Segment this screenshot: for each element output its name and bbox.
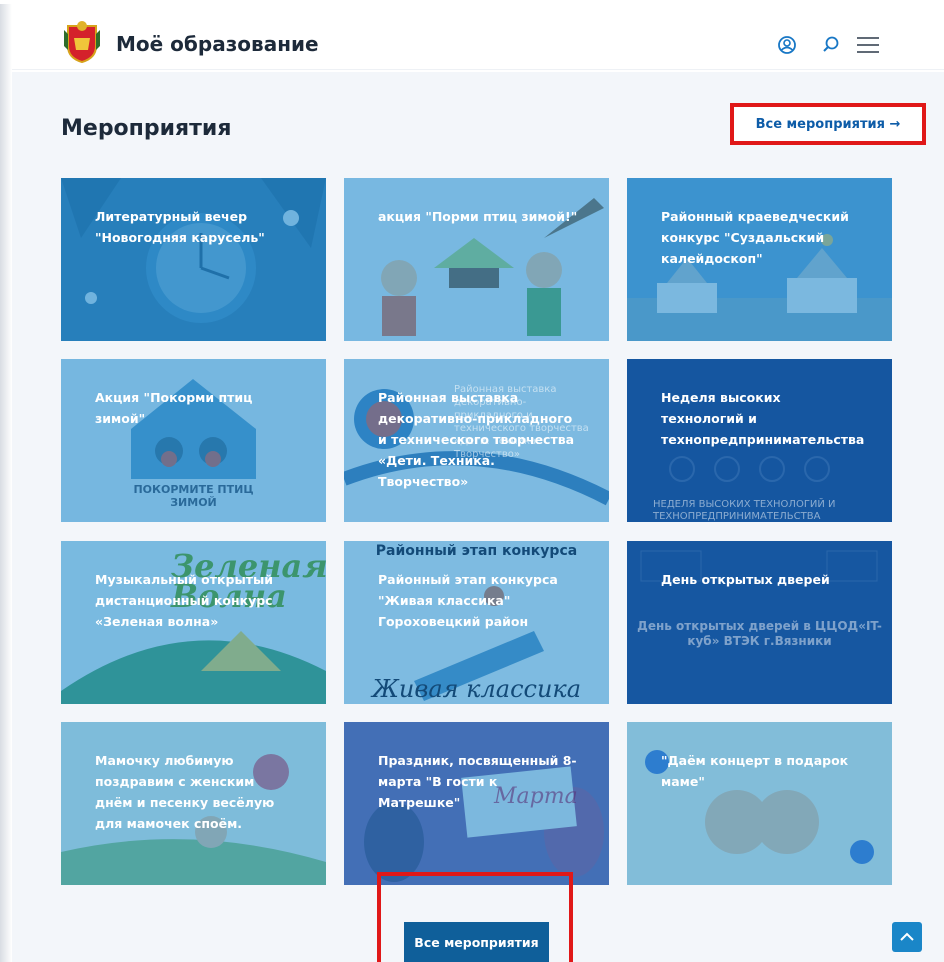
event-card-image-text: НЕДЕЛЯ ВЫСОКИХ ТЕХНОЛОГИЙ И ТЕХНОПРЕДПРИ…	[653, 499, 836, 522]
event-card-title: Районная выставка декоративно-прикладног…	[378, 390, 575, 489]
section-title: Мероприятия	[61, 116, 232, 141]
event-card-title: Музыкальный открытый дистанционный конку…	[95, 572, 274, 629]
coat-of-arms-logo[interactable]	[62, 20, 102, 64]
search-icon[interactable]	[818, 32, 844, 58]
event-card[interactable]: Литературный вечер "Новогодняя карусель"	[61, 178, 326, 341]
menu-icon[interactable]	[855, 32, 881, 58]
event-card-title: Литературный вечер "Новогодняя карусель"	[95, 209, 265, 245]
event-card[interactable]: Мамочку любимую поздравим с женским днём…	[61, 722, 326, 885]
event-card[interactable]: "Даём концерт в подарок маме"	[627, 722, 892, 885]
event-card[interactable]: Зеленая Волна Музыкальный открытый диста…	[61, 541, 326, 704]
event-card-image-text: День открытых дверей в ЦЦОД«IT-куб» ВТЭК…	[637, 619, 882, 648]
event-card-overlay	[627, 722, 892, 885]
event-card[interactable]: Районная выставка декоративно-прикладног…	[344, 359, 609, 522]
all-events-button[interactable]: Все мероприятия	[404, 922, 549, 962]
events-section: Мероприятия Все мероприятия → Литературн…	[12, 72, 944, 962]
all-events-link-top[interactable]: Все мероприятия →	[730, 103, 926, 145]
event-card-image-text-top: Районный этап конкурса	[375, 543, 578, 559]
user-icon[interactable]	[774, 32, 800, 58]
event-card-title: Мамочку любимую поздравим с женским днём…	[95, 753, 275, 831]
event-card-image-text: ПОКОРМИТЕ ПТИЦ ЗИМОЙ	[133, 483, 254, 509]
all-events-link-label: Все мероприятия →	[755, 116, 901, 132]
event-card-overlay	[61, 178, 326, 341]
brand-title[interactable]: Моё образование	[116, 32, 319, 56]
chevron-up-icon	[900, 932, 914, 941]
event-card-title: "Даём концерт в подарок маме"	[661, 753, 849, 789]
event-card-title: Районный этап конкурса "Живая классика" …	[378, 572, 558, 629]
event-card-title: Акция "Покорми птиц зимой"	[95, 390, 253, 426]
event-card[interactable]: акция "Порми птиц зимой!"	[344, 178, 609, 341]
event-card[interactable]: Марта Праздник, посвященный 8-марта "В г…	[344, 722, 609, 885]
event-card-image-text-bottom: Живая классика	[371, 675, 582, 703]
page-left-shadow	[0, 0, 12, 962]
site-header: Моё образование	[12, 4, 944, 70]
event-card-title: Праздник, посвященный 8-марта "В гости к…	[378, 753, 577, 810]
all-events-button-label: Все мероприятия	[414, 934, 539, 950]
event-card-title: День открытых дверей	[661, 572, 830, 587]
event-card[interactable]: НЕДЕЛЯ ВЫСОКИХ ТЕХНОЛОГИЙ И ТЕХНОПРЕДПРИ…	[627, 359, 892, 522]
event-card[interactable]: Районный краеведческий конкурс "Суздальс…	[627, 178, 892, 341]
event-card-title: акция "Порми птиц зимой!"	[378, 209, 578, 224]
scroll-to-top-button[interactable]	[892, 922, 922, 952]
event-card-title: Районный краеведческий конкурс "Суздальс…	[661, 209, 849, 266]
event-card[interactable]: Районный этап конкурса Живая классика Ра…	[344, 541, 609, 704]
event-card-title: Неделя высоких технологий и технопредпри…	[661, 390, 865, 447]
event-card[interactable]: День открытых дверей в ЦЦОД«IT-куб» ВТЭК…	[627, 541, 892, 704]
event-card[interactable]: ПОКОРМИТЕ ПТИЦ ЗИМОЙ Акция "Покорми птиц…	[61, 359, 326, 522]
event-card-overlay	[344, 178, 609, 341]
